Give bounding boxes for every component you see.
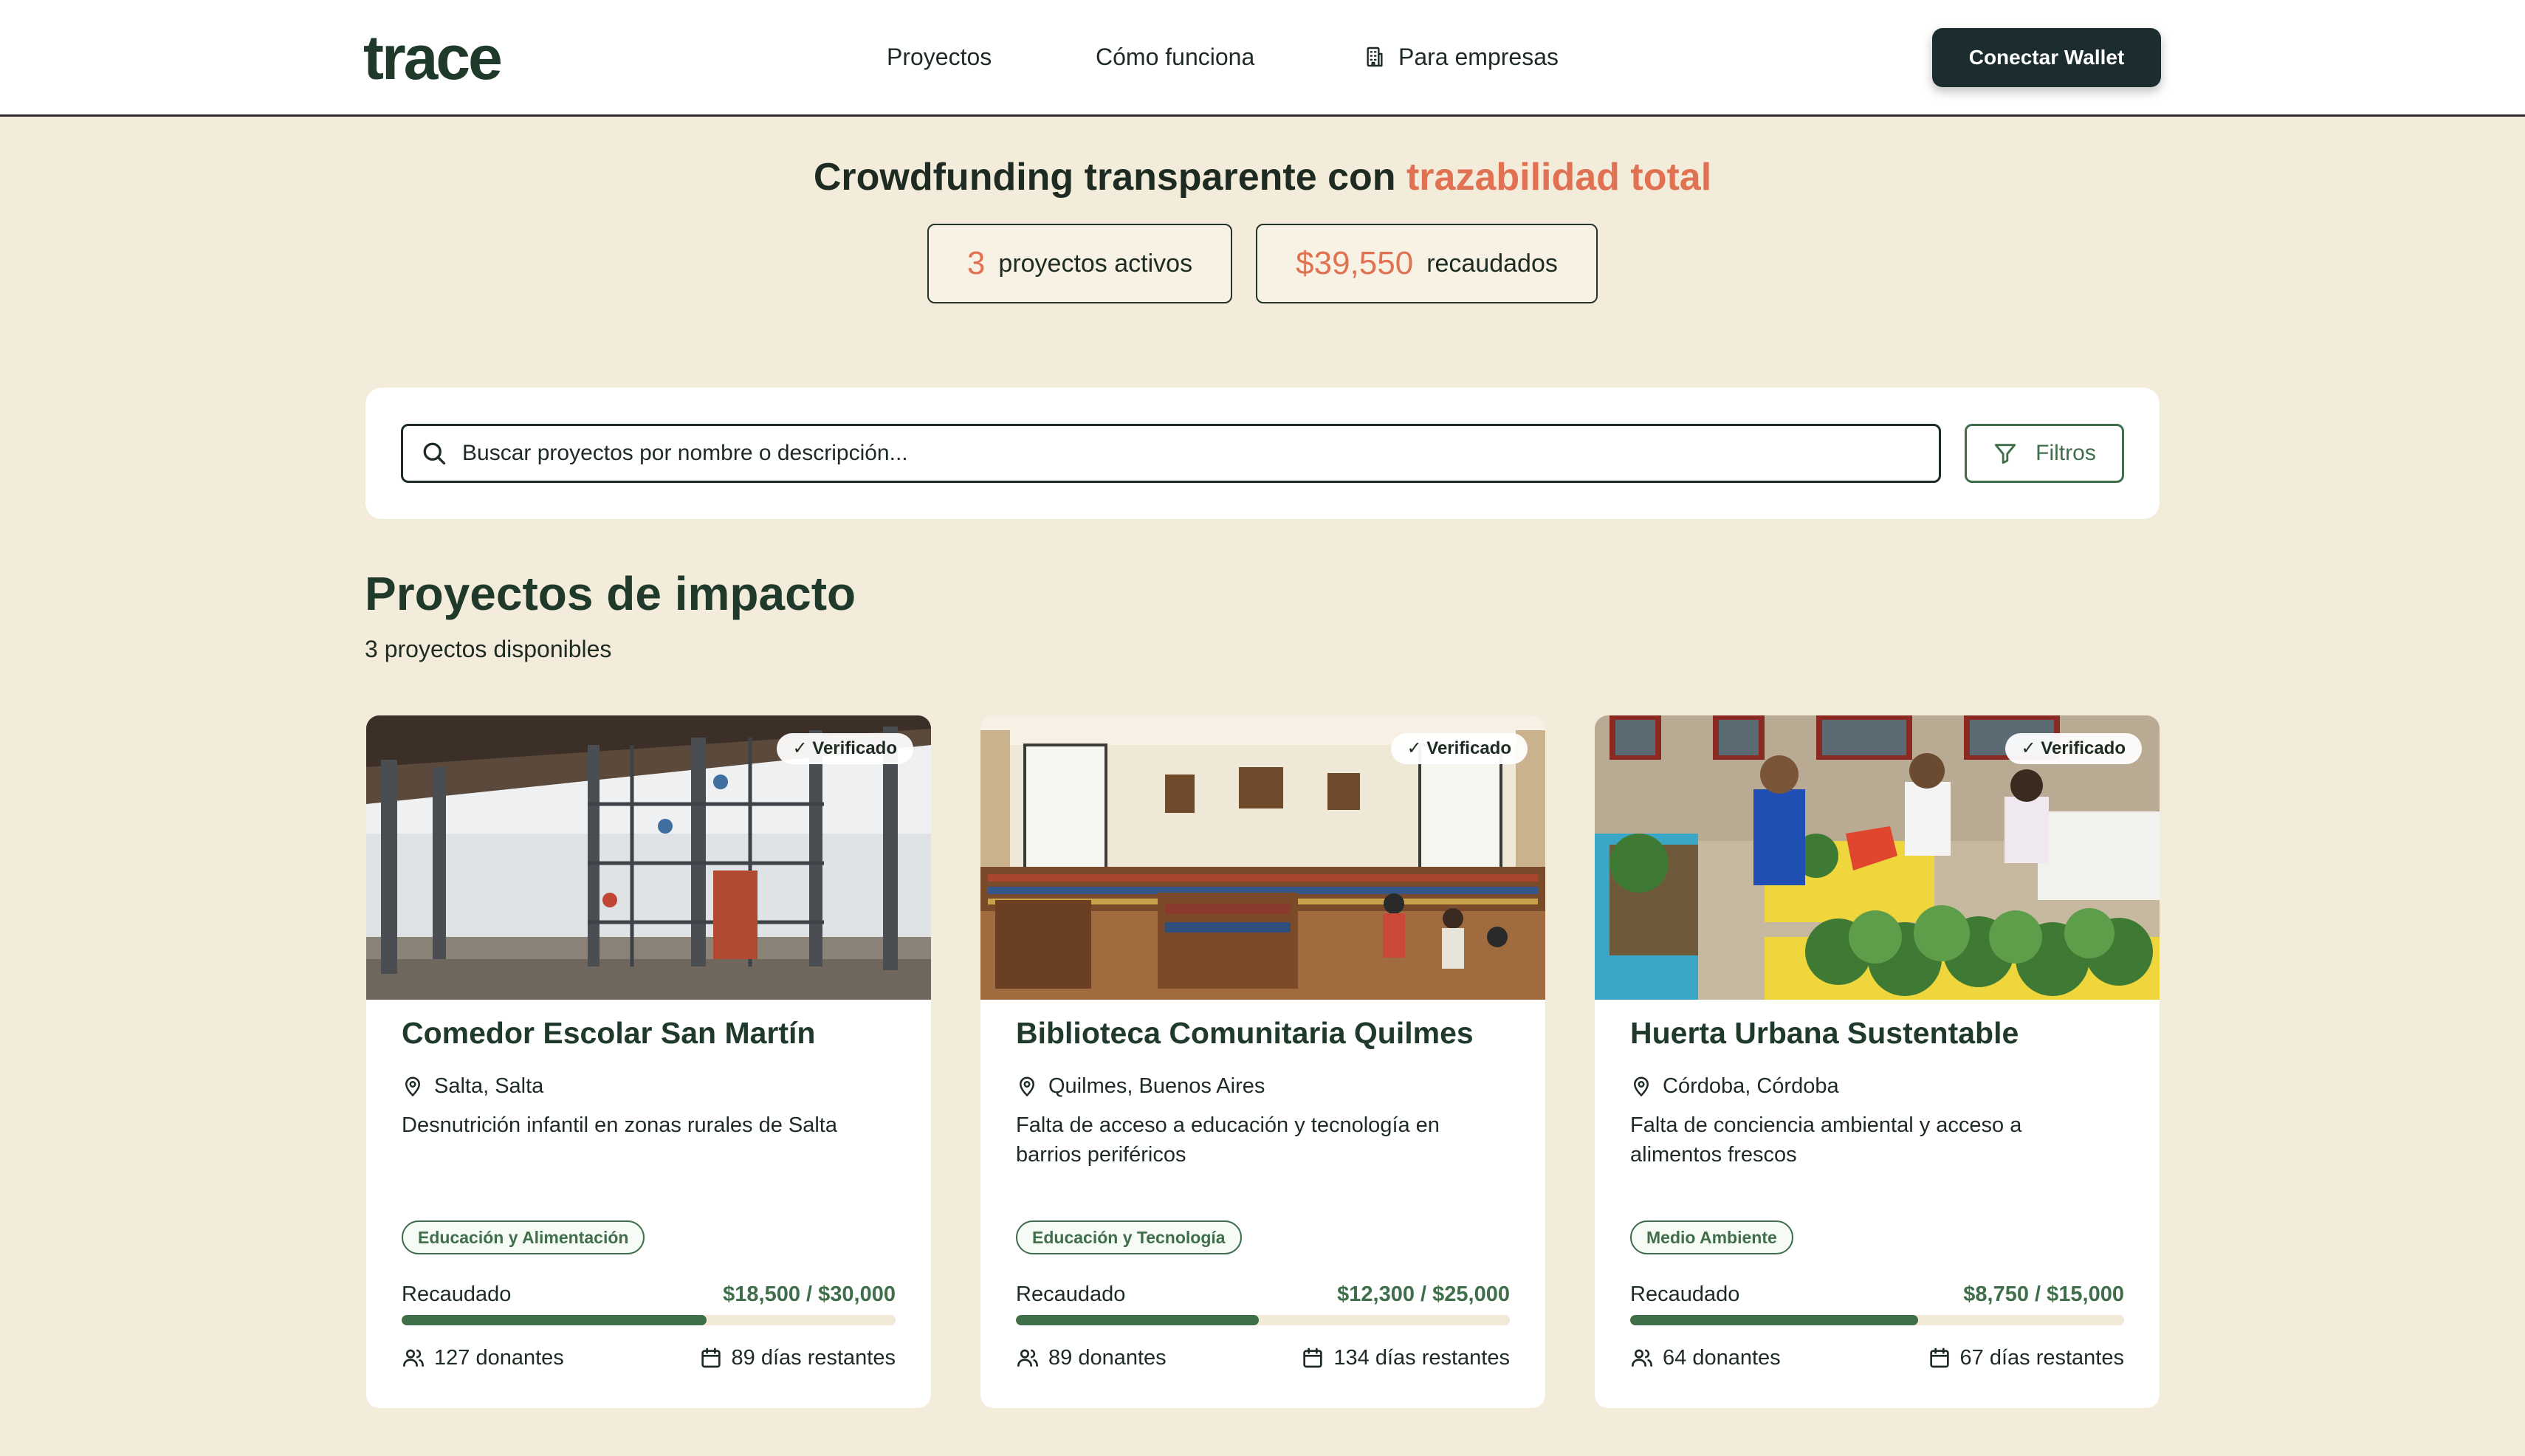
users-icon [403,1349,424,1367]
category-tag: Medio Ambiente [1630,1220,1793,1254]
users-icon [1632,1349,1652,1367]
project-image: ✓ Verificado [980,715,1545,1000]
donors-count: 127 donantes [402,1343,564,1373]
calendar-icon [1929,1347,1949,1368]
project-title[interactable]: Huerta Urbana Sustentable [1630,1012,2019,1054]
project-description: Falta de acceso a educación y tecnología… [1016,1113,1440,1167]
nav-link-para-empresas-label: Para empresas [1398,44,1559,70]
raised-amount: $8,750 / $15,000 [1963,1282,2124,1306]
days-remaining: 89 días restantes [699,1343,896,1373]
stat-raised: $39,550 recaudados [1256,224,1598,303]
project-location-text: Salta, Salta [434,1074,544,1098]
funding-progress-fill [1630,1315,1919,1325]
hero-title-main: Crowdfunding transparente con [813,156,1406,199]
raised-amount: $18,500 / $30,000 [723,1282,896,1306]
connect-wallet-button[interactable]: Conectar Wallet [1932,28,2161,87]
filters-button[interactable]: Filtros [1965,424,2124,483]
calendar-icon [701,1347,721,1368]
donors-text: 89 donantes [1048,1346,1167,1370]
raised-label: Recaudado [1630,1282,1740,1306]
donors-text: 127 donantes [434,1346,564,1370]
donors-count: 89 donantes [1016,1343,1167,1373]
days-text: 89 días restantes [731,1346,896,1370]
stat-value: 3 [966,245,986,281]
raised-label: Recaudado [402,1282,512,1306]
building-icon [1367,47,1383,67]
search-panel: Filtros [365,388,2160,519]
search-box[interactable] [401,424,1941,483]
project-location: Salta, Salta [402,1071,543,1101]
search-icon [423,442,446,465]
project-description: Falta de conciencia ambiental y acceso a… [1630,1113,2022,1167]
project-card[interactable]: ✓ Verificado Huerta Urbana Sustentable C… [1595,715,2160,1408]
category-tag: Educación y Alimentación [402,1220,645,1254]
project-location-text: Quilmes, Buenos Aires [1048,1074,1265,1098]
location-pin-icon [1633,1076,1649,1097]
filters-button-label: Filtros [2036,441,2096,465]
project-image: ✓ Verificado [366,715,931,1000]
section-title: Proyectos de impacto [365,567,856,620]
project-title[interactable]: Comedor Escolar San Martín [402,1012,815,1054]
raised-label: Recaudado [1016,1282,1126,1306]
project-title[interactable]: Biblioteca Comunitaria Quilmes [1016,1012,1474,1054]
stat-active-projects: 3 proyectos activos [927,224,1232,303]
project-image: ✓ Verificado [1595,715,2160,1000]
hero-title-accent: trazabilidad total [1406,156,1712,199]
funding-progress-fill [1016,1315,1260,1325]
project-location-text: Córdoba, Córdoba [1663,1074,1839,1098]
days-remaining: 134 días restantes [1301,1343,1510,1373]
funding-progress-bar [1016,1315,1510,1325]
users-icon [1017,1349,1038,1367]
filter-icon [1994,444,2016,464]
stat-label: proyectos activos [998,249,1193,278]
location-pin-icon [1019,1076,1035,1097]
donors-count: 64 donantes [1630,1343,1781,1373]
donors-text: 64 donantes [1663,1346,1781,1370]
category-tag: Educación y Tecnología [1016,1220,1242,1254]
days-text: 67 días restantes [1959,1346,2124,1370]
days-text: 134 días restantes [1333,1346,1510,1370]
funding-progress-fill [402,1315,707,1325]
verified-badge: ✓ Verificado [2004,733,2142,764]
days-remaining: 67 días restantes [1928,1343,2124,1373]
hero-title: Crowdfunding transparente con trazabilid… [0,152,2525,202]
funding-progress-bar [402,1315,896,1325]
search-input[interactable] [462,441,1865,466]
raised-amount: $12,300 / $25,000 [1337,1282,1510,1306]
nav-link-para-empresas[interactable]: Para empresas [1363,41,1559,72]
stat-label: recaudados [1426,249,1558,278]
top-navbar: trace Proyectos Cómo funciona Para empre… [0,0,2525,117]
project-description: Desnutrición infantil en zonas rurales d… [402,1113,837,1137]
project-card[interactable]: ✓ Verificado Comedor Escolar San Martín … [366,715,931,1408]
location-pin-icon [405,1076,421,1097]
stat-value: $39,550 [1296,245,1414,281]
project-card[interactable]: ✓ Verificado Biblioteca Comunitaria Quil… [980,715,1545,1408]
calendar-icon [1303,1347,1323,1368]
nav-link-como-funciona[interactable]: Cómo funciona [1096,41,1254,72]
nav-link-proyectos[interactable]: Proyectos [887,41,992,72]
project-location: Córdoba, Córdoba [1630,1071,1839,1101]
projects-count: 3 proyectos disponibles [365,636,612,662]
verified-badge: ✓ Verificado [776,733,913,764]
funding-progress-bar [1630,1315,2124,1325]
verified-badge: ✓ Verificado [1390,733,1528,764]
logo[interactable]: trace [363,21,503,95]
project-location: Quilmes, Buenos Aires [1016,1071,1265,1101]
